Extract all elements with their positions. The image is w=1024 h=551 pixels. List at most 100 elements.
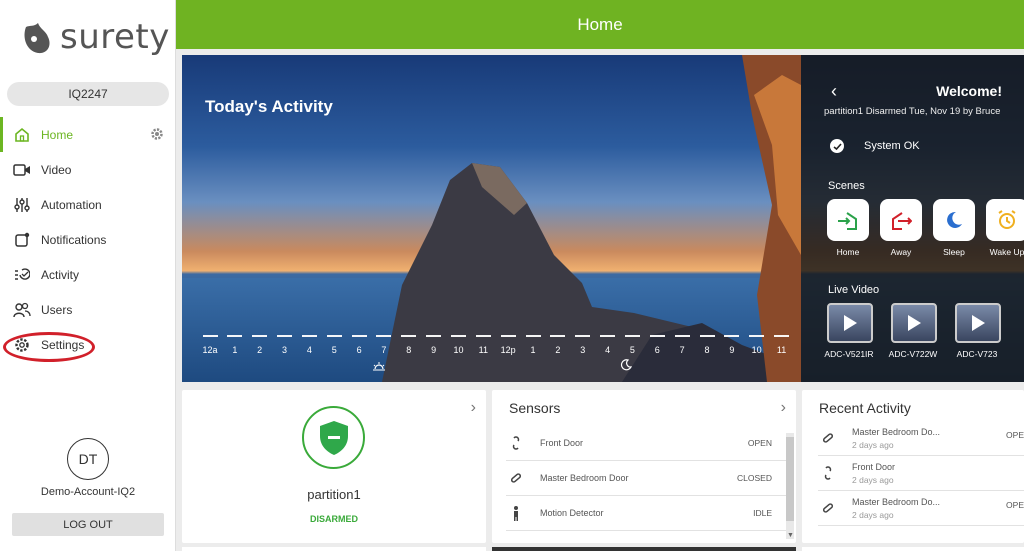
avatar[interactable]: DT xyxy=(67,438,109,480)
activity-name: Master Bedroom Do... xyxy=(852,496,941,507)
scroll-down-icon[interactable]: ▼ xyxy=(787,532,794,539)
activity-icon xyxy=(12,265,32,285)
scene-label: Home xyxy=(836,247,860,257)
account-selector[interactable]: IQ2247 xyxy=(7,82,169,106)
welcome-subtitle: partition1 Disarmed Tue, Nov 19 by Bruce xyxy=(824,106,1001,117)
timeline-tick-label: 6 xyxy=(356,345,362,355)
scrollbar[interactable]: ▼ xyxy=(786,433,794,539)
scrollbar-thumb[interactable] xyxy=(786,437,794,521)
timeline-tick: 11 xyxy=(471,335,495,355)
timeline-tick-label: 7 xyxy=(381,345,387,355)
timeline-tick-bar xyxy=(401,335,417,337)
scene-label: Sleep xyxy=(943,247,965,257)
timeline-tick: 6 xyxy=(645,335,669,355)
activity-time: 2 days ago xyxy=(852,509,894,520)
scene-label: Away xyxy=(890,247,912,257)
timeline-tick-bar xyxy=(500,335,516,337)
system-status-text: System OK xyxy=(864,140,920,152)
timeline-tick-bar xyxy=(624,335,640,337)
logout-button[interactable]: LOG OUT xyxy=(12,513,164,536)
timeline-tick-bar xyxy=(525,335,541,337)
timeline-tick-bar xyxy=(252,335,268,337)
timeline-tick: 8 xyxy=(695,335,719,355)
timeline-tick-bar xyxy=(376,335,392,337)
sidebar-item-activity[interactable]: Activity xyxy=(0,257,176,292)
door-open-icon xyxy=(818,466,838,480)
list-item[interactable]: Motion Detector IDLE xyxy=(506,496,786,531)
list-item[interactable]: Master Bedroom Do... 2 days ago OPE xyxy=(818,421,1024,456)
scene-home-button[interactable]: Home xyxy=(827,199,869,257)
camera-name: ADC-V521IR xyxy=(824,349,874,359)
timeline-tick: 10 xyxy=(447,335,471,355)
sensor-state: CLOSED xyxy=(737,473,772,483)
scene-away-button[interactable]: Away xyxy=(880,199,922,257)
list-item[interactable]: Master Bedroom Door CLOSED xyxy=(506,461,786,496)
scenes-list: Home Away Sleep Wake Up xyxy=(827,199,1024,257)
settings-highlight-annotation xyxy=(3,332,95,362)
timeline-tick-bar xyxy=(451,335,466,337)
lower-card-edge xyxy=(182,547,486,551)
timeline-tick-bar xyxy=(674,335,690,337)
activity-time: 2 days ago xyxy=(852,474,894,485)
home-settings-gear-icon[interactable] xyxy=(150,127,164,144)
scene-sleep-button[interactable]: Sleep xyxy=(933,199,975,257)
timeline-tick-label: 8 xyxy=(704,345,710,355)
sidebar-item-users[interactable]: Users xyxy=(0,292,176,327)
timeline-tick-bar xyxy=(649,335,665,337)
timeline-tick: 12p xyxy=(496,335,520,355)
timeline-tick-label: 9 xyxy=(431,345,437,355)
list-item[interactable]: Master Bedroom Do... 2 days ago OPE xyxy=(818,491,1024,526)
status-badge: DISARMED xyxy=(309,514,358,524)
sidebar-item-home[interactable]: Home xyxy=(0,117,176,152)
timeline-tick-label: 9 xyxy=(729,345,735,355)
list-item[interactable]: Front Door OPEN xyxy=(506,426,786,461)
home-icon xyxy=(12,125,32,145)
timeline-tick: 1 xyxy=(521,335,545,355)
timeline-tick-label: 3 xyxy=(282,345,288,355)
video-thumbnail[interactable]: ADC-V723 xyxy=(955,303,1007,359)
partition-name: partition1 xyxy=(307,487,361,502)
timeline-tick: 1 xyxy=(223,335,247,355)
surety-logo[interactable]: surety xyxy=(20,12,170,62)
timeline-tick-label: 12p xyxy=(500,345,516,355)
sensor-state: OPEN xyxy=(747,438,772,448)
timeline-tick: 12a xyxy=(198,335,222,355)
timeline-tick: 7 xyxy=(372,335,396,355)
sidebar-item-automation[interactable]: Automation xyxy=(0,187,176,222)
activity-name: Front Door xyxy=(852,461,896,472)
chevron-right-icon[interactable]: › xyxy=(781,399,786,417)
sensor-name: Master Bedroom Door xyxy=(540,473,629,483)
sidebar-item-video[interactable]: Video xyxy=(0,152,176,187)
back-chevron-icon[interactable]: ‹ xyxy=(831,81,837,102)
partition-card[interactable]: › partition1 DISARMED xyxy=(182,390,486,543)
shield-icon[interactable] xyxy=(302,406,365,469)
timeline-tick-label: 1 xyxy=(232,345,238,355)
timeline-tick-label: 8 xyxy=(406,345,412,355)
activity-timeline[interactable]: 12a 1 2 3 4 5 6 7 8 9 10 11 12p 1 2 3 4 5 6 7 8 9 10 11 xyxy=(198,335,790,375)
live-video-list: ADC-V521IR ADC-V722W ADC-V723 xyxy=(824,303,1019,359)
sidebar-item-label: Video xyxy=(41,162,72,177)
chevron-right-icon[interactable]: › xyxy=(471,399,476,417)
system-status: System OK xyxy=(830,139,920,153)
timeline-tick-bar xyxy=(301,335,317,337)
page-header: Home xyxy=(176,0,1024,49)
door-open-icon xyxy=(506,436,526,450)
video-thumbnail[interactable]: ADC-V521IR xyxy=(824,303,879,359)
timeline-tick-label: 3 xyxy=(580,345,586,355)
sidebar-item-notifications[interactable]: Notifications xyxy=(0,222,176,257)
timeline-tick-bar xyxy=(426,335,442,337)
scene-wakeup-button[interactable]: Wake Up xyxy=(986,199,1024,257)
sidebar-item-label: Users xyxy=(41,302,73,317)
notification-icon xyxy=(12,230,32,250)
timeline-tick-label: 11 xyxy=(776,345,787,355)
sidebar-item-label: Home xyxy=(41,127,74,142)
timeline-tick: 5 xyxy=(620,335,644,355)
timeline-tick: 2 xyxy=(546,335,570,355)
scene-label: Wake Up xyxy=(989,247,1024,257)
scene-away-icon xyxy=(880,199,922,241)
video-thumbnail[interactable]: ADC-V722W xyxy=(889,303,943,359)
list-item[interactable]: Front Door 2 days ago xyxy=(818,456,1024,491)
sensors-card: Sensors › Front Door OPEN Master Bedroom… xyxy=(492,390,796,543)
sensors-title: Sensors xyxy=(509,400,561,416)
timeline-tick: 4 xyxy=(596,335,620,355)
